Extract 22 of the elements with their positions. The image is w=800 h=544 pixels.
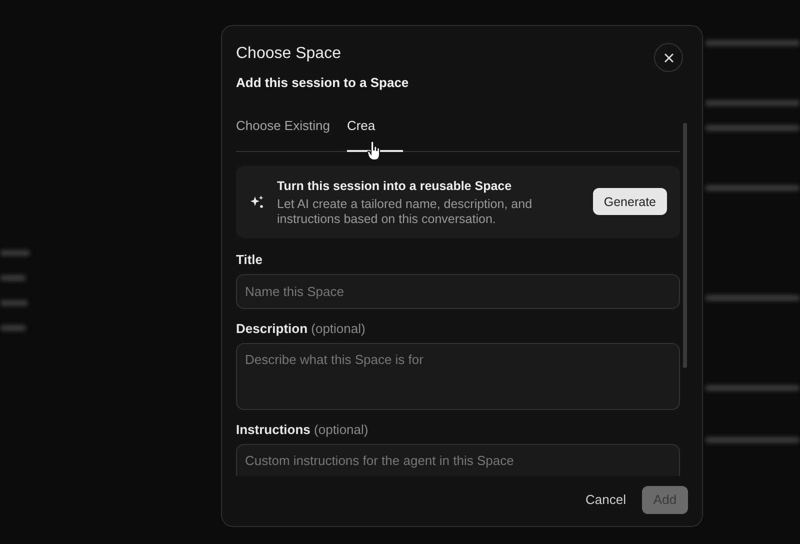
dialog-title: Choose Space [236, 44, 341, 64]
close-button[interactable] [654, 43, 683, 72]
blurred-line [0, 275, 26, 281]
scrollbar[interactable] [683, 122, 687, 368]
generate-button[interactable]: Generate [592, 188, 667, 216]
blurred-line [0, 300, 28, 306]
close-icon [664, 52, 674, 62]
input-field[interactable]: Name this Space [236, 274, 680, 309]
text-area[interactable]: Describe what this Space is for [236, 342, 680, 410]
hand-cursor-icon [367, 141, 381, 161]
tab[interactable]: Choose Existing [236, 114, 330, 152]
card-title: Turn this session into a reusable Space [277, 178, 513, 195]
dialog-subtitle: Add this session to a Space [235, 74, 410, 92]
field-label: Instructions (optional) [236, 422, 370, 438]
sparkle-icon [250, 194, 264, 209]
field-label: Title [236, 252, 264, 268]
blurred-line [0, 250, 30, 256]
text-area[interactable]: Custom instructions for the agent in this Space [236, 444, 680, 476]
cancel-button[interactable]: Cancel [584, 490, 627, 510]
field-label: Description (optional) [236, 320, 366, 337]
blurred-line [0, 325, 26, 331]
card-description: Let AI create a tailored name, description, and instructions based on this conversation. [277, 196, 534, 227]
